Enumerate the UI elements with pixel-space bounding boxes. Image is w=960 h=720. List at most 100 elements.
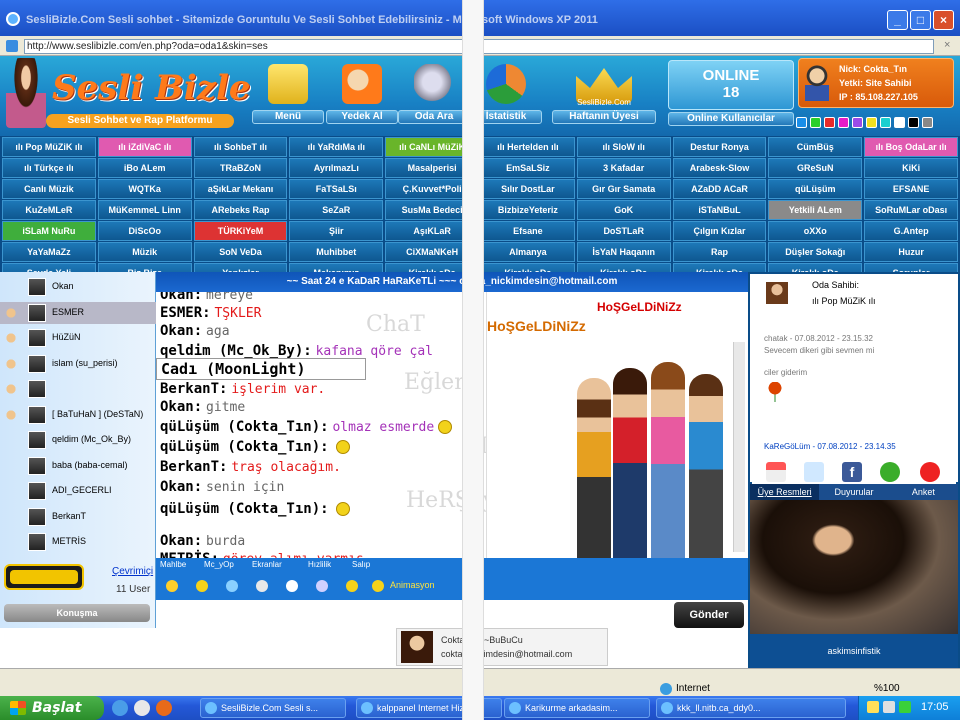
room-button[interactable]: DoSTLaR — [576, 221, 671, 241]
tray-icon[interactable] — [867, 701, 879, 713]
room-button[interactable]: Müzik — [97, 242, 192, 262]
room-button[interactable]: EmSaLSiz — [481, 158, 575, 178]
room-button[interactable]: Rap — [672, 242, 767, 262]
message-author[interactable]: BerkanT: — [160, 381, 227, 397]
room-button[interactable]: qüLüşüm — [768, 179, 863, 199]
add-user-icon[interactable] — [804, 462, 824, 482]
backup-button[interactable]: Yedek Al — [326, 62, 398, 128]
user-row[interactable]: METRİS — [0, 531, 156, 553]
color-swatch[interactable] — [922, 117, 933, 128]
room-button[interactable]: Huzur — [864, 242, 958, 262]
room-button[interactable]: 3 Kafadar — [576, 158, 671, 178]
power-icon[interactable] — [920, 462, 940, 482]
color-swatch[interactable] — [894, 117, 905, 128]
desktop-icon[interactable] — [134, 700, 150, 716]
room-button[interactable]: DiScOo — [97, 221, 192, 241]
room-button[interactable]: Canlı Müzik — [2, 179, 96, 199]
user-row[interactable]: baba (baba-cemal) — [0, 455, 156, 477]
message-author[interactable]: Okan: — [160, 533, 202, 549]
site-logo[interactable]: Sesli Bizle — [52, 68, 251, 108]
room-button[interactable]: GReSuN — [768, 158, 863, 178]
room-button[interactable]: Düşler Sokağı — [768, 242, 863, 262]
firefox-icon[interactable] — [156, 700, 172, 716]
user-row[interactable]: qeldim (Mc_Ok_By) — [0, 429, 156, 451]
room-button[interactable]: Yetkili ALem — [768, 200, 863, 220]
taskbar-task[interactable]: SesliBizle.Com Sesli s... — [200, 698, 346, 718]
scrollbar[interactable] — [733, 342, 745, 552]
message-author[interactable]: Okan: — [160, 292, 202, 303]
animation-label[interactable]: Animasyon — [390, 580, 435, 590]
color-swatch[interactable] — [810, 117, 821, 128]
member-of-week-button[interactable]: SesliBizle.Com Haftanın Üyesi — [552, 62, 656, 128]
color-swatch[interactable] — [796, 117, 807, 128]
room-button[interactable]: TÜRKiYeM — [193, 221, 288, 241]
room-button[interactable]: iBo ALem — [97, 158, 192, 178]
room-button[interactable]: SeZaR — [289, 200, 384, 220]
tab-poll[interactable]: Anket — [889, 484, 958, 500]
message-input-area[interactable]: Gönder — [156, 600, 748, 628]
room-button[interactable]: aŞıkLar Mekanı — [193, 179, 288, 199]
message-author[interactable]: Okan: — [160, 399, 202, 415]
room-button[interactable]: MüKemmeL Linn — [97, 200, 192, 220]
message-author[interactable]: BerkanT: — [160, 459, 227, 475]
menu-button[interactable]: Menü — [252, 62, 324, 128]
send-button[interactable]: Gönder — [674, 602, 744, 628]
toolbar-link[interactable]: Ekranlar — [252, 560, 282, 569]
room-button[interactable]: G.Antep — [864, 221, 958, 241]
zoom-level[interactable]: %100 — [874, 683, 900, 694]
user-row[interactable]: ADI_GECERLI — [0, 480, 156, 502]
speaker-icon[interactable] — [883, 701, 895, 713]
taskbar-task[interactable]: Karikurme arkadasim... — [504, 698, 650, 718]
home-icon[interactable] — [766, 462, 786, 482]
room-button[interactable]: TRaBZoN — [193, 158, 288, 178]
toolbar-link[interactable]: Mahlbe — [160, 560, 186, 569]
toolbar-link[interactable]: Hızlilik — [308, 560, 331, 569]
message-author[interactable]: Okan: — [160, 479, 202, 495]
user-row[interactable]: HüZüN — [0, 327, 156, 349]
online-users-box[interactable]: ONLINE 18 Online Kullanıcılar — [668, 60, 794, 128]
room-button[interactable]: ılı Pop MüZiK ılı — [2, 137, 96, 157]
room-button[interactable]: KiKi — [864, 158, 958, 178]
bold-icon[interactable] — [166, 580, 178, 592]
room-button[interactable]: ılı Boş OdaLar ılı — [864, 137, 958, 157]
room-button[interactable]: AyrılmazLı — [289, 158, 384, 178]
room-button[interactable]: CümBüş — [768, 137, 863, 157]
network-icon[interactable] — [899, 701, 911, 713]
tab-announcements[interactable]: Duyurular — [819, 484, 888, 500]
message-author[interactable]: METRİS: — [160, 551, 219, 558]
user-row[interactable]: [ BaTuHaN ] (DeSTaN) — [0, 404, 156, 426]
room-button[interactable]: SoN VeDa — [193, 242, 288, 262]
user-row[interactable]: Okan — [0, 276, 156, 298]
facebook-icon[interactable]: f — [842, 462, 862, 482]
close-button[interactable]: × — [933, 10, 954, 30]
room-button[interactable]: SoRuMLar oDası — [864, 200, 958, 220]
room-button[interactable]: Sılır DostLar — [481, 179, 575, 199]
close-icon[interactable]: × — [944, 39, 956, 52]
refresh-icon[interactable] — [880, 462, 900, 482]
mail-icon[interactable] — [316, 580, 328, 592]
toolbar-link[interactable]: Salıp — [352, 560, 370, 569]
tab-member-photos[interactable]: Üye Resmleri — [750, 484, 820, 500]
user-row[interactable]: ESMER — [0, 301, 156, 324]
room-search-button[interactable]: Oda Ara — [398, 62, 470, 128]
room-button[interactable]: iSLaM NuRu — [2, 221, 96, 241]
message-author[interactable]: qüLüşüm (Cokta_Tın): — [160, 439, 329, 455]
room-button[interactable]: KuZeMLeR — [2, 200, 96, 220]
room-button[interactable]: ılı iZdiVaC ılı — [97, 137, 192, 157]
room-button[interactable]: YaYaMaZz — [2, 242, 96, 262]
room-button[interactable]: GoK — [576, 200, 671, 220]
room-button[interactable]: FaTSaLSı — [289, 179, 384, 199]
room-button[interactable]: BizbizeYeteriz — [481, 200, 575, 220]
animation-icon[interactable] — [372, 580, 384, 592]
user-row[interactable]: islam (su_perisi) — [0, 353, 156, 375]
room-button[interactable]: ARebeks Rap — [193, 200, 288, 220]
color-swatch[interactable] — [908, 117, 919, 128]
room-button[interactable]: Şiir — [289, 221, 384, 241]
emoji-icon[interactable] — [346, 580, 358, 592]
online-link[interactable]: Çevrimiçi — [112, 566, 153, 577]
message-author[interactable]: Okan: — [160, 323, 202, 339]
message-author[interactable]: ESMER: — [160, 305, 211, 321]
toolbar-link[interactable]: Mc_yOp — [204, 560, 234, 569]
room-button[interactable]: İsYaN Haqanın — [576, 242, 671, 262]
room-button[interactable]: EFSANE — [864, 179, 958, 199]
